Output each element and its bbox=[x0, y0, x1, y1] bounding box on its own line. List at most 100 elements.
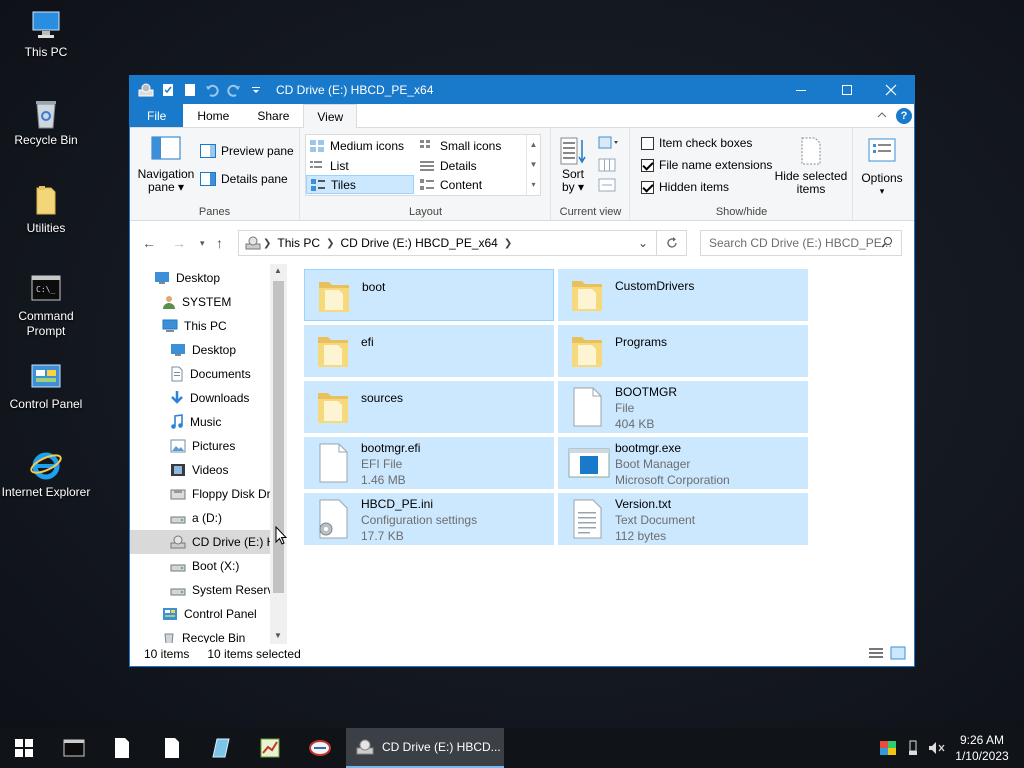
layout-tiles[interactable]: Tiles bbox=[306, 175, 414, 194]
minimize-button[interactable] bbox=[778, 76, 824, 104]
file-name: BOOTMGR bbox=[615, 385, 677, 399]
layout-scroll[interactable]: ▲ ▼ ▾ bbox=[526, 135, 540, 195]
nav-item[interactable]: System Reserve bbox=[130, 578, 270, 602]
refresh-button[interactable] bbox=[657, 230, 687, 256]
tray-clock[interactable]: 9:26 AM 1/10/2023 bbox=[950, 732, 1014, 764]
taskbar-notepad[interactable] bbox=[98, 728, 146, 768]
file-tile[interactable]: bootmgr.exe Boot Manager Microsoft Corpora… bbox=[558, 437, 808, 489]
group-by-icon[interactable] bbox=[598, 136, 620, 153]
nav-item[interactable]: Desktop bbox=[130, 266, 270, 290]
size-columns-icon[interactable] bbox=[598, 178, 616, 195]
file-tile[interactable]: boot bbox=[304, 269, 554, 321]
options-button[interactable]: Options ▾ bbox=[856, 136, 908, 198]
nav-item[interactable]: Videos bbox=[130, 458, 270, 482]
scroll-down-icon[interactable]: ▼ bbox=[274, 631, 282, 640]
nav-item[interactable]: CD Drive (E:) H bbox=[130, 530, 270, 554]
details-view-icon[interactable] bbox=[868, 647, 884, 662]
hide-selected-items-button[interactable]: Hide selected items bbox=[773, 136, 849, 196]
layout-medium-icons[interactable]: Medium icons bbox=[306, 136, 416, 155]
title-bar[interactable]: CD Drive (E:) HBCD_PE_x64 bbox=[130, 76, 914, 104]
help-icon[interactable]: ? bbox=[896, 108, 912, 124]
sort-by-button[interactable]: Sort by ▾ bbox=[556, 136, 590, 194]
start-button[interactable] bbox=[0, 728, 48, 768]
nav-item[interactable]: a (D:) bbox=[130, 506, 270, 530]
file-tile[interactable]: Version.txt Text Document 112 bytes bbox=[558, 493, 808, 545]
taskbar-app-3[interactable] bbox=[196, 728, 244, 768]
breadcrumb-this-pc[interactable]: This PC bbox=[277, 236, 320, 250]
file-tile[interactable]: CustomDrivers bbox=[558, 269, 808, 321]
redo-icon[interactable] bbox=[226, 82, 242, 98]
file-tile[interactable]: bootmgr.efi EFI File 1.46 MB bbox=[304, 437, 554, 489]
tray-color-icon[interactable] bbox=[876, 728, 900, 768]
back-button[interactable]: ← bbox=[142, 235, 156, 251]
desktop-icon-recycle-bin[interactable]: Recycle Bin bbox=[0, 96, 92, 148]
nav-item[interactable]: This PC bbox=[130, 314, 270, 338]
nav-item[interactable]: Downloads bbox=[130, 386, 270, 410]
nav-scrollbar[interactable]: ▲ ▼ bbox=[270, 264, 287, 644]
navigation-pane-button[interactable]: Navigation pane ▾ bbox=[136, 136, 196, 194]
close-button[interactable] bbox=[868, 76, 914, 104]
recent-locations-button[interactable]: ▾ bbox=[200, 238, 205, 249]
file-tile[interactable]: efi bbox=[304, 325, 554, 377]
refresh-icon bbox=[666, 237, 677, 248]
desktop-icon-control-panel[interactable]: Control Panel bbox=[0, 360, 92, 412]
maximize-button[interactable] bbox=[824, 76, 870, 104]
layout-content[interactable]: Content bbox=[416, 175, 526, 194]
breadcrumb-cd-drive[interactable]: CD Drive (E:) HBCD_PE_x64 bbox=[340, 236, 497, 250]
nav-item[interactable]: Documents bbox=[130, 362, 270, 386]
preview-pane-button[interactable]: Preview pane bbox=[200, 144, 294, 158]
address-bar[interactable]: ❯ This PC ❯ CD Drive (E:) HBCD_PE_x64 ❯ … bbox=[238, 230, 657, 256]
taskbar-document[interactable] bbox=[148, 728, 196, 768]
file-tile[interactable]: HBCD_PE.ini Configuration settings 17.7 KB bbox=[304, 493, 554, 545]
item-count: 10 items bbox=[144, 647, 190, 661]
internet-explorer-icon bbox=[29, 448, 63, 482]
nav-item[interactable]: Recycle Bin bbox=[130, 626, 270, 643]
desktop-icon-utilities[interactable]: Utilities bbox=[0, 184, 92, 236]
forward-button[interactable]: → bbox=[172, 235, 186, 251]
taskbar-command-prompt[interactable] bbox=[50, 728, 98, 768]
new-folder-icon[interactable] bbox=[182, 82, 198, 98]
tray-usb-icon[interactable] bbox=[902, 728, 924, 768]
large-icons-view-icon[interactable] bbox=[890, 646, 906, 663]
desktop-icon-this-pc[interactable]: This PC bbox=[0, 8, 92, 60]
nav-item[interactable]: SYSTEM bbox=[130, 290, 270, 314]
tab-file[interactable]: File bbox=[130, 104, 184, 127]
layout-small-icons[interactable]: Small icons bbox=[416, 136, 526, 155]
file-name: HBCD_PE.ini bbox=[361, 497, 434, 511]
nav-item[interactable]: Floppy Disk Dri bbox=[130, 482, 270, 506]
tab-view[interactable]: View bbox=[303, 104, 358, 128]
layout-details[interactable]: Details bbox=[416, 156, 526, 175]
hidden-items-toggle[interactable]: Hidden items bbox=[641, 180, 729, 194]
taskbar-app-5[interactable] bbox=[296, 728, 344, 768]
file-name-extensions-toggle[interactable]: File name extensions bbox=[641, 158, 772, 172]
taskbar-explorer-window[interactable]: CD Drive (E:) HBCD... bbox=[346, 728, 504, 768]
nav-item[interactable]: Desktop bbox=[130, 338, 270, 362]
add-columns-icon[interactable] bbox=[598, 158, 616, 175]
collapse-ribbon-icon[interactable] bbox=[876, 109, 888, 124]
tab-share[interactable]: Share bbox=[243, 104, 303, 127]
desktop-icon-command-prompt[interactable]: C:\_ Command Prompt bbox=[0, 272, 92, 339]
undo-icon[interactable] bbox=[204, 82, 220, 98]
scroll-up-icon[interactable]: ▲ bbox=[274, 266, 282, 275]
nav-item[interactable]: Music bbox=[130, 410, 270, 434]
file-tile[interactable]: sources bbox=[304, 381, 554, 433]
nav-item[interactable]: Boot (X:) bbox=[130, 554, 270, 578]
up-button[interactable]: ↑ bbox=[216, 235, 223, 251]
item-check-boxes-toggle[interactable]: Item check boxes bbox=[641, 136, 752, 150]
desktop-icon-internet-explorer[interactable]: Internet Explorer bbox=[0, 448, 92, 500]
tab-home[interactable]: Home bbox=[183, 104, 243, 127]
search-input[interactable]: Search CD Drive (E:) HBCD_PE... bbox=[709, 236, 892, 250]
properties-icon[interactable] bbox=[160, 82, 176, 98]
nav-item[interactable]: Pictures bbox=[130, 434, 270, 458]
tray-volume-muted-icon[interactable] bbox=[926, 728, 948, 768]
customize-dropdown-icon[interactable] bbox=[248, 82, 264, 98]
nav-item[interactable]: Control Panel bbox=[130, 602, 270, 626]
address-dropdown-icon[interactable]: ⌄ bbox=[638, 236, 648, 250]
file-tile[interactable]: Programs bbox=[558, 325, 808, 377]
videos-icon bbox=[170, 463, 186, 477]
taskbar-app-4[interactable] bbox=[246, 728, 294, 768]
search-box[interactable]: Search CD Drive (E:) HBCD_PE... bbox=[700, 230, 902, 256]
file-tile[interactable]: BOOTMGR File 404 KB bbox=[558, 381, 808, 433]
details-pane-button[interactable]: Details pane bbox=[200, 172, 288, 186]
layout-list[interactable]: List bbox=[306, 156, 416, 175]
